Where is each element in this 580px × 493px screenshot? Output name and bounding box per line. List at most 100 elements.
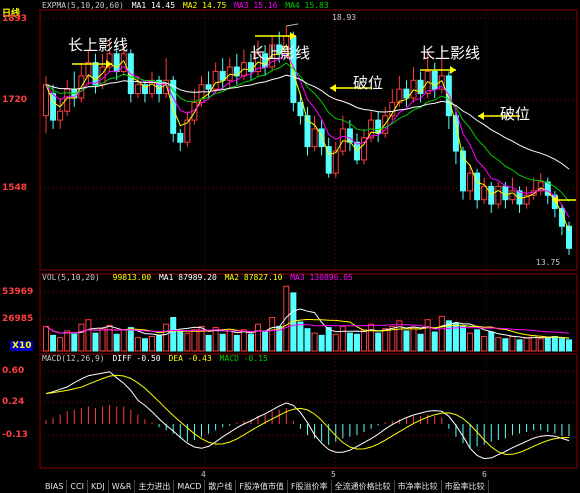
- volume-panel-header: VOL(5,10,20) 99813.00 MA1 87989.20 MA2 8…: [42, 273, 353, 283]
- volume-bar-down: [403, 330, 410, 352]
- volume-bar-down: [502, 338, 509, 352]
- vol-ma1: MA1 87989.20: [158, 273, 217, 282]
- vol-y-label-26985: 26985: [2, 314, 34, 324]
- candle-up: [332, 150, 339, 174]
- volume-bar-down: [417, 333, 424, 352]
- expma-title: EXPMA(5,10,20,60): [42, 1, 124, 10]
- macd-layer: [45, 371, 570, 460]
- tab-main-force[interactable]: 主力进出: [135, 480, 175, 493]
- volume-bar-down: [127, 327, 134, 352]
- volume-bar-up: [269, 317, 276, 352]
- volume-bar-down: [375, 332, 382, 352]
- volume-bar-down: [516, 339, 523, 352]
- volume-bar-up: [424, 319, 431, 352]
- volume-bar-down: [346, 332, 353, 352]
- volume-bar-down: [488, 331, 495, 352]
- tab-kdj[interactable]: KDJ: [88, 480, 109, 493]
- volume-bar-up: [43, 325, 49, 352]
- candle-down: [92, 62, 99, 86]
- volume-bar-up: [410, 327, 417, 352]
- candle-up: [57, 110, 64, 121]
- volume-bar-down: [177, 331, 184, 352]
- volume-bar-up: [149, 335, 156, 352]
- volume-bar-up: [78, 323, 85, 352]
- volume-bar-up: [481, 335, 488, 352]
- tab-full-circulation[interactable]: 全流通价格比较: [332, 480, 395, 493]
- volume-bar-down: [92, 332, 99, 352]
- high-price-label: 18.93: [332, 13, 357, 22]
- volume-bar-up: [85, 319, 92, 352]
- volume-bar-down: [262, 331, 269, 352]
- candle-up: [509, 190, 516, 201]
- volume-bar-up: [134, 337, 141, 352]
- tab-macd[interactable]: MACD: [174, 480, 206, 493]
- candle-up: [410, 79, 417, 99]
- tab-wr[interactable]: W&R: [109, 480, 136, 493]
- tab-f-nav[interactable]: F股净值市值: [236, 480, 289, 493]
- volume-bar-down: [459, 325, 466, 352]
- volume-bar-up: [120, 329, 127, 352]
- volume-bar-up: [226, 330, 233, 352]
- candle-down: [346, 128, 353, 143]
- volume-bar-up: [240, 329, 247, 352]
- y-label-1548: 1548: [2, 183, 28, 193]
- ma1-value: MA1 14.45: [131, 1, 176, 10]
- annotation-long-upper-shadow-2: 长上影线: [250, 44, 311, 62]
- tab-retail-line[interactable]: 散户线: [205, 480, 237, 493]
- candle-up: [481, 185, 488, 201]
- tab-f-premium[interactable]: F股溢价率: [288, 480, 332, 493]
- macd-dea: DEA -0.43: [168, 354, 212, 363]
- volume-bar-up: [467, 332, 474, 352]
- vol-ma2: MA2 87827.10: [224, 273, 283, 282]
- y-label-1893: 1893: [2, 14, 28, 24]
- volume-bar-down: [452, 322, 459, 352]
- volume-bar-down: [71, 333, 78, 352]
- x-tick-6: 6: [482, 470, 487, 479]
- high-marker: [286, 23, 299, 27]
- candle-down: [205, 84, 212, 90]
- volume-bar-up: [382, 328, 389, 352]
- stock-chart-canvas: [39, 9, 578, 469]
- x-tick-5: 5: [331, 470, 336, 479]
- candle-down: [318, 128, 325, 148]
- annotation-breakdown-1: 破位: [353, 74, 384, 92]
- arrow-head: [330, 84, 336, 92]
- ma2-value: MA2 14.75: [182, 1, 227, 10]
- candle-up: [495, 185, 502, 205]
- ma3-value: MA3 15.16: [234, 1, 278, 10]
- volume-bar-down: [219, 333, 226, 352]
- grid-layer: [39, 9, 578, 469]
- macd-panel-header: MACD(12,26,9) DIFF -0.50 DEA -0.43 MACD …: [42, 354, 268, 364]
- tab-cci[interactable]: CCI: [67, 480, 88, 493]
- vol-unit-label: X10: [10, 341, 34, 351]
- volume-bar-down: [113, 333, 120, 352]
- volume-bar-up: [339, 325, 346, 352]
- volume-bar-down: [233, 334, 240, 352]
- volume-bar-down: [141, 338, 148, 352]
- volume-bar-down: [205, 334, 212, 352]
- candle-down: [431, 70, 438, 90]
- annotation-breakdown-2: 破位: [500, 105, 531, 123]
- x-tick-4: 4: [201, 470, 206, 479]
- tab-bias[interactable]: BIAS: [42, 480, 68, 493]
- volume-bar-down: [170, 317, 177, 352]
- volume-bar-up: [537, 338, 544, 352]
- volume-bar-down: [558, 338, 565, 352]
- low-price-label: 13.75: [536, 258, 561, 267]
- tab-pb-compare[interactable]: 市净率比较: [395, 480, 442, 493]
- tab-pe-compare[interactable]: 市盈率比较: [442, 480, 489, 493]
- macd-y-label-0.24: 0.24: [2, 397, 25, 407]
- volume-bar-up: [283, 285, 290, 352]
- arrow-head: [478, 112, 484, 120]
- annotation-long-upper-shadow-1: 长上影线: [68, 36, 129, 54]
- volume-bar-down: [431, 331, 438, 352]
- volume-bar-up: [163, 323, 170, 352]
- volume-bar-up: [311, 332, 318, 352]
- volume-bar-up: [184, 332, 191, 352]
- volume-bar-down: [325, 327, 332, 352]
- volume-bar-down: [551, 335, 558, 352]
- volume-bar-up: [438, 315, 445, 352]
- volume-bar-down: [544, 337, 551, 352]
- volume-bar-down: [50, 334, 57, 352]
- candle-down: [488, 185, 495, 205]
